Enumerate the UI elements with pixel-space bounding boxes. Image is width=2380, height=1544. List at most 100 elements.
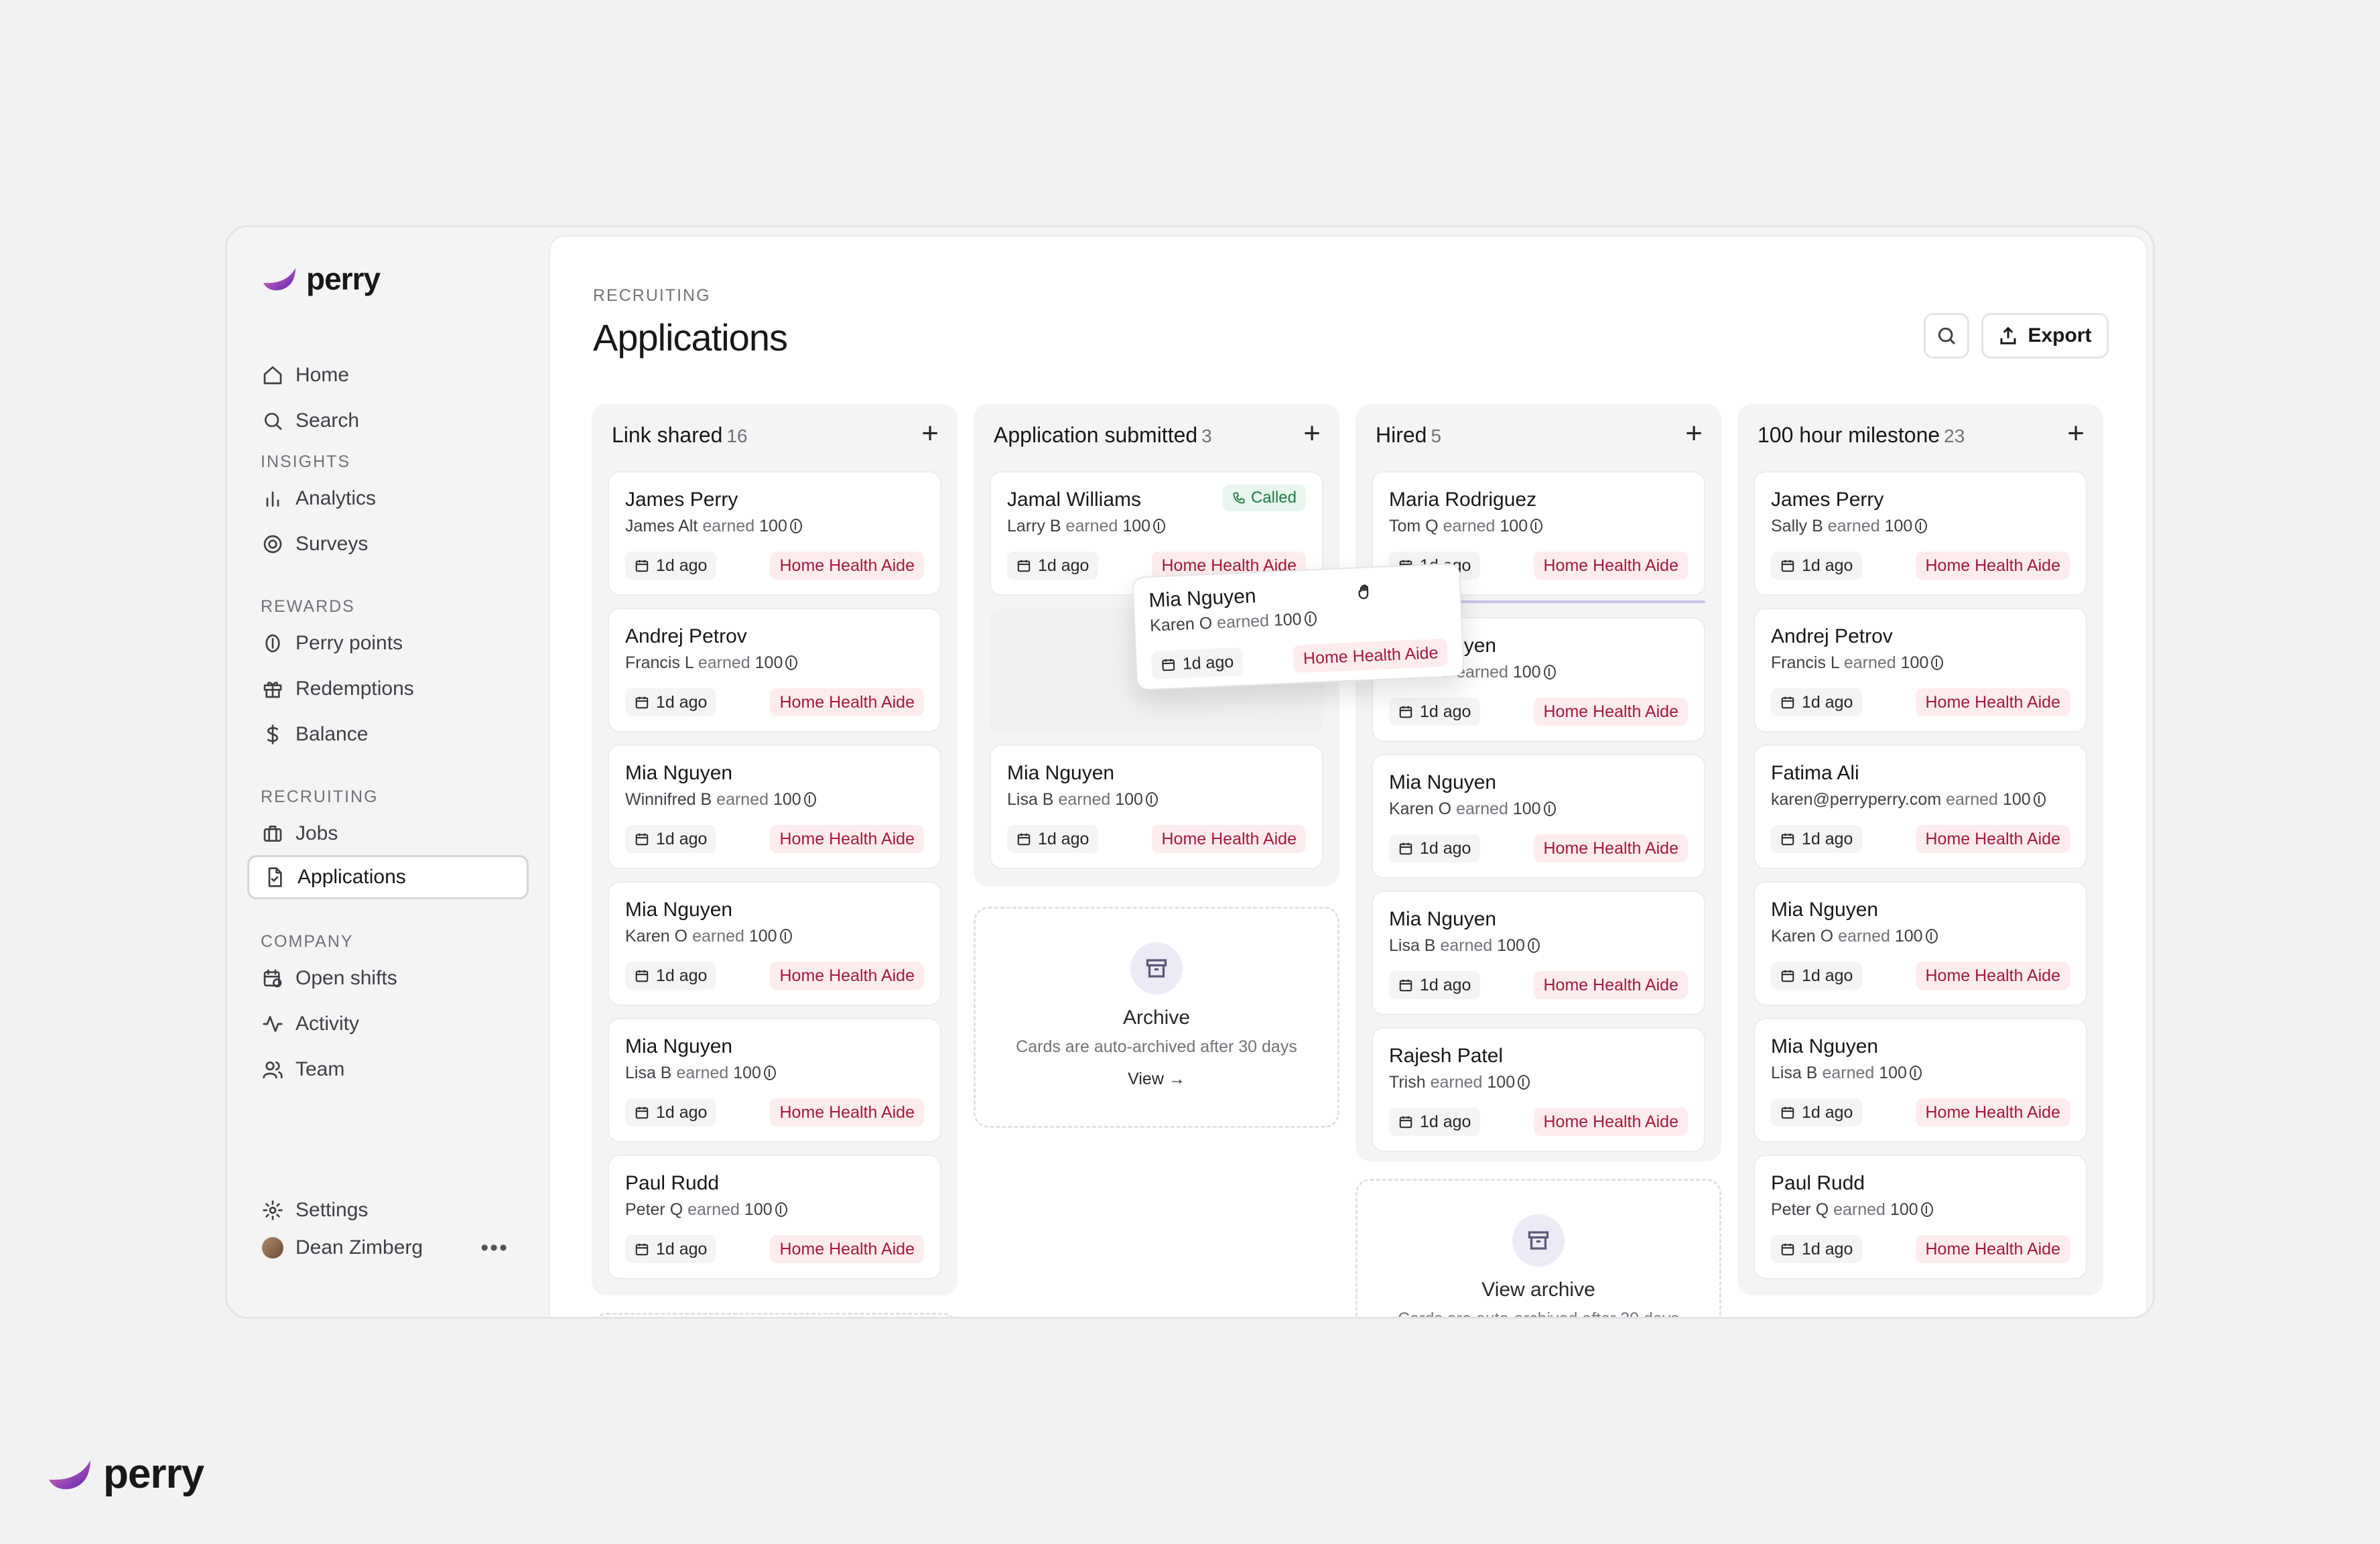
- coin-icon: [1931, 655, 1944, 670]
- calendar-icon: [1399, 842, 1412, 855]
- archive-view-link[interactable]: View →: [976, 1070, 1337, 1089]
- sidebar-item-perry-points[interactable]: Perry points: [247, 621, 529, 665]
- referral-earned: karen@perryperry.com earned 100: [1771, 790, 2046, 810]
- board-column: 100 hour milestone 23 + James Perry Sally B …: [1737, 404, 2103, 1295]
- earned-word: earned: [1443, 517, 1496, 535]
- candidate-name: Mia Nguyen: [625, 1035, 733, 1057]
- points-value: 100: [1884, 517, 1913, 535]
- job-tag: Home Health Aide: [1916, 552, 2070, 580]
- sidebar-item-search[interactable]: Search: [247, 399, 529, 443]
- earned-word: earned: [702, 517, 755, 535]
- application-card[interactable]: James Perry Sally B earned 100 1d ago Home …: [1754, 471, 2087, 596]
- sidebar-item-surveys[interactable]: Surveys: [247, 522, 529, 566]
- referrer-name: Lisa B: [1389, 936, 1436, 955]
- application-card[interactable]: Mia Nguyen Lisa B earned 100 1d ago Home He…: [1372, 891, 1705, 1015]
- coin-icon: [803, 792, 816, 807]
- archive-icon-wrap: [1130, 942, 1183, 994]
- candidate-name: Jamal Williams: [1007, 489, 1142, 511]
- points-value: 100: [1879, 1064, 1907, 1082]
- points-value: 100: [1512, 663, 1541, 682]
- date-chip: 1d ago: [625, 962, 717, 990]
- column-title: 100 hour milestone: [1758, 423, 1940, 447]
- add-card-button[interactable]: +: [921, 419, 939, 448]
- calendar-icon: [1017, 833, 1031, 846]
- application-card[interactable]: James Perry James Alt earned 100 1d ago Hom…: [608, 471, 941, 596]
- activity-icon: [263, 1016, 283, 1032]
- date-label: 1d ago: [1802, 966, 1853, 985]
- application-card[interactable]: Fatima Ali karen@perryperry.com earned 10…: [1754, 745, 2087, 869]
- column-header: Hired 5: [1376, 423, 1441, 448]
- search-button[interactable]: [1924, 313, 1969, 359]
- sidebar-item-redemptions[interactable]: Redemptions: [247, 667, 529, 711]
- sidebar-item-balance[interactable]: Balance: [247, 712, 529, 757]
- avatar: [262, 1237, 283, 1259]
- earned-word: earned: [1216, 611, 1270, 633]
- add-card-button[interactable]: +: [2067, 419, 2085, 448]
- sidebar-item-open-shifts[interactable]: Open shifts: [247, 956, 529, 1001]
- application-card[interactable]: Paul Rudd Peter Q earned 100 1d ago Home He…: [1754, 1155, 2087, 1279]
- points-value: 100: [748, 927, 777, 946]
- coin-icon: [1925, 929, 1938, 944]
- calendar-icon: [1781, 833, 1794, 846]
- archive-icon: [1528, 1231, 1549, 1250]
- sidebar-item-activity[interactable]: Activity: [247, 1002, 529, 1046]
- application-card[interactable]: Mia Nguyen Karen O earned 100 1d ago Home H…: [1372, 754, 1705, 879]
- export-button[interactable]: Export: [1981, 313, 2109, 359]
- add-card-button[interactable]: +: [1685, 419, 1703, 448]
- user-name: Dean Zimberg: [295, 1236, 423, 1259]
- application-card[interactable]: Andrej Petrov Francis L earned 100 1d ago H…: [1754, 608, 2087, 732]
- date-label: 1d ago: [656, 1239, 708, 1259]
- grab-cursor-icon: [1358, 584, 1369, 600]
- earned-word: earned: [1833, 1200, 1886, 1219]
- earned-word: earned: [1838, 927, 1890, 946]
- more-options-icon[interactable]: •••: [480, 1235, 509, 1261]
- application-card[interactable]: Mia Nguyen Lisa B earned 100 1d ago Home He…: [990, 745, 1323, 869]
- date-chip: 1d ago: [1771, 825, 1863, 853]
- breadcrumb: RECRUITING: [593, 286, 711, 305]
- user-menu[interactable]: Dean Zimberg •••: [247, 1226, 529, 1270]
- sidebar-item-home[interactable]: Home: [247, 353, 529, 397]
- referral-earned: Karen O earned 100: [1389, 799, 1556, 819]
- column-title: Link shared: [612, 423, 723, 447]
- dragging-card[interactable]: Mia Nguyen Karen O earned 100 1d ago Home H…: [1132, 562, 1465, 691]
- coin-icon: [1153, 519, 1166, 533]
- referrer-name: Lisa B: [1007, 790, 1054, 809]
- application-card[interactable]: Mia Nguyen Lisa B earned 100 1d ago Home He…: [1754, 1018, 2087, 1143]
- sidebar-item-jobs[interactable]: Jobs: [247, 812, 529, 856]
- brand-logo[interactable]: perry: [261, 261, 381, 297]
- application-card[interactable]: Mia Nguyen Karen O earned 100 1d ago Home H…: [1754, 881, 2087, 1006]
- coin-icon: [265, 634, 280, 653]
- referral-earned: Karen O earned 100: [1771, 927, 1938, 946]
- sidebar-item-team[interactable]: Team: [247, 1047, 529, 1092]
- application-card[interactable]: Mia Nguyen Lisa B earned 100 1d ago Home He…: [608, 1018, 941, 1143]
- application-card[interactable]: Mia Nguyen Winnifred B earned 100 1d ago Ho…: [608, 745, 941, 869]
- job-tag: Home Health Aide: [1916, 1235, 2070, 1263]
- sidebar-item-analytics[interactable]: Analytics: [247, 476, 529, 521]
- application-card[interactable]: Mia Nguyen Karen O earned 100 1d ago Home H…: [608, 881, 941, 1006]
- add-card-button[interactable]: +: [1303, 419, 1321, 448]
- application-card[interactable]: Andrej Petrov Francis L earned 100 1d ago H…: [608, 608, 941, 732]
- archive-title: Archive: [1122, 1007, 1191, 1029]
- date-chip: 1d ago: [1771, 688, 1863, 716]
- perry-logo-icon: [49, 1460, 90, 1489]
- column-count: 16: [726, 426, 748, 446]
- calendar-icon: [1162, 659, 1175, 671]
- date-chip: 1d ago: [625, 552, 717, 580]
- referral-earned: Lisa B earned 100: [1389, 936, 1540, 956]
- date-chip: 1d ago: [1150, 647, 1244, 680]
- archive-icon-wrap: [1512, 1214, 1565, 1267]
- application-card[interactable]: Paul Rudd Peter Q earned 100 1d ago Home He…: [608, 1155, 941, 1279]
- date-label: 1d ago: [1802, 829, 1853, 848]
- points-value: 100: [1512, 799, 1541, 818]
- job-tag: Home Health Aide: [1534, 552, 1688, 580]
- date-chip: 1d ago: [1771, 1235, 1863, 1263]
- date-label: 1d ago: [1420, 702, 1471, 721]
- application-card[interactable]: Rajesh Patel Trish earned 100 1d ago Home H…: [1372, 1027, 1705, 1152]
- sidebar-item-label: Redemptions: [295, 678, 414, 700]
- candidate-name: Maria Rodriguez: [1389, 489, 1537, 511]
- date-chip: 1d ago: [1007, 552, 1099, 580]
- archive-panel[interactable]: View archive Cards are auto-archived afte…: [1356, 1179, 1721, 1317]
- sidebar-item-label: Activity: [295, 1013, 360, 1035]
- sidebar-item-applications[interactable]: Applications: [247, 855, 529, 899]
- calendar-icon: [1399, 979, 1412, 992]
